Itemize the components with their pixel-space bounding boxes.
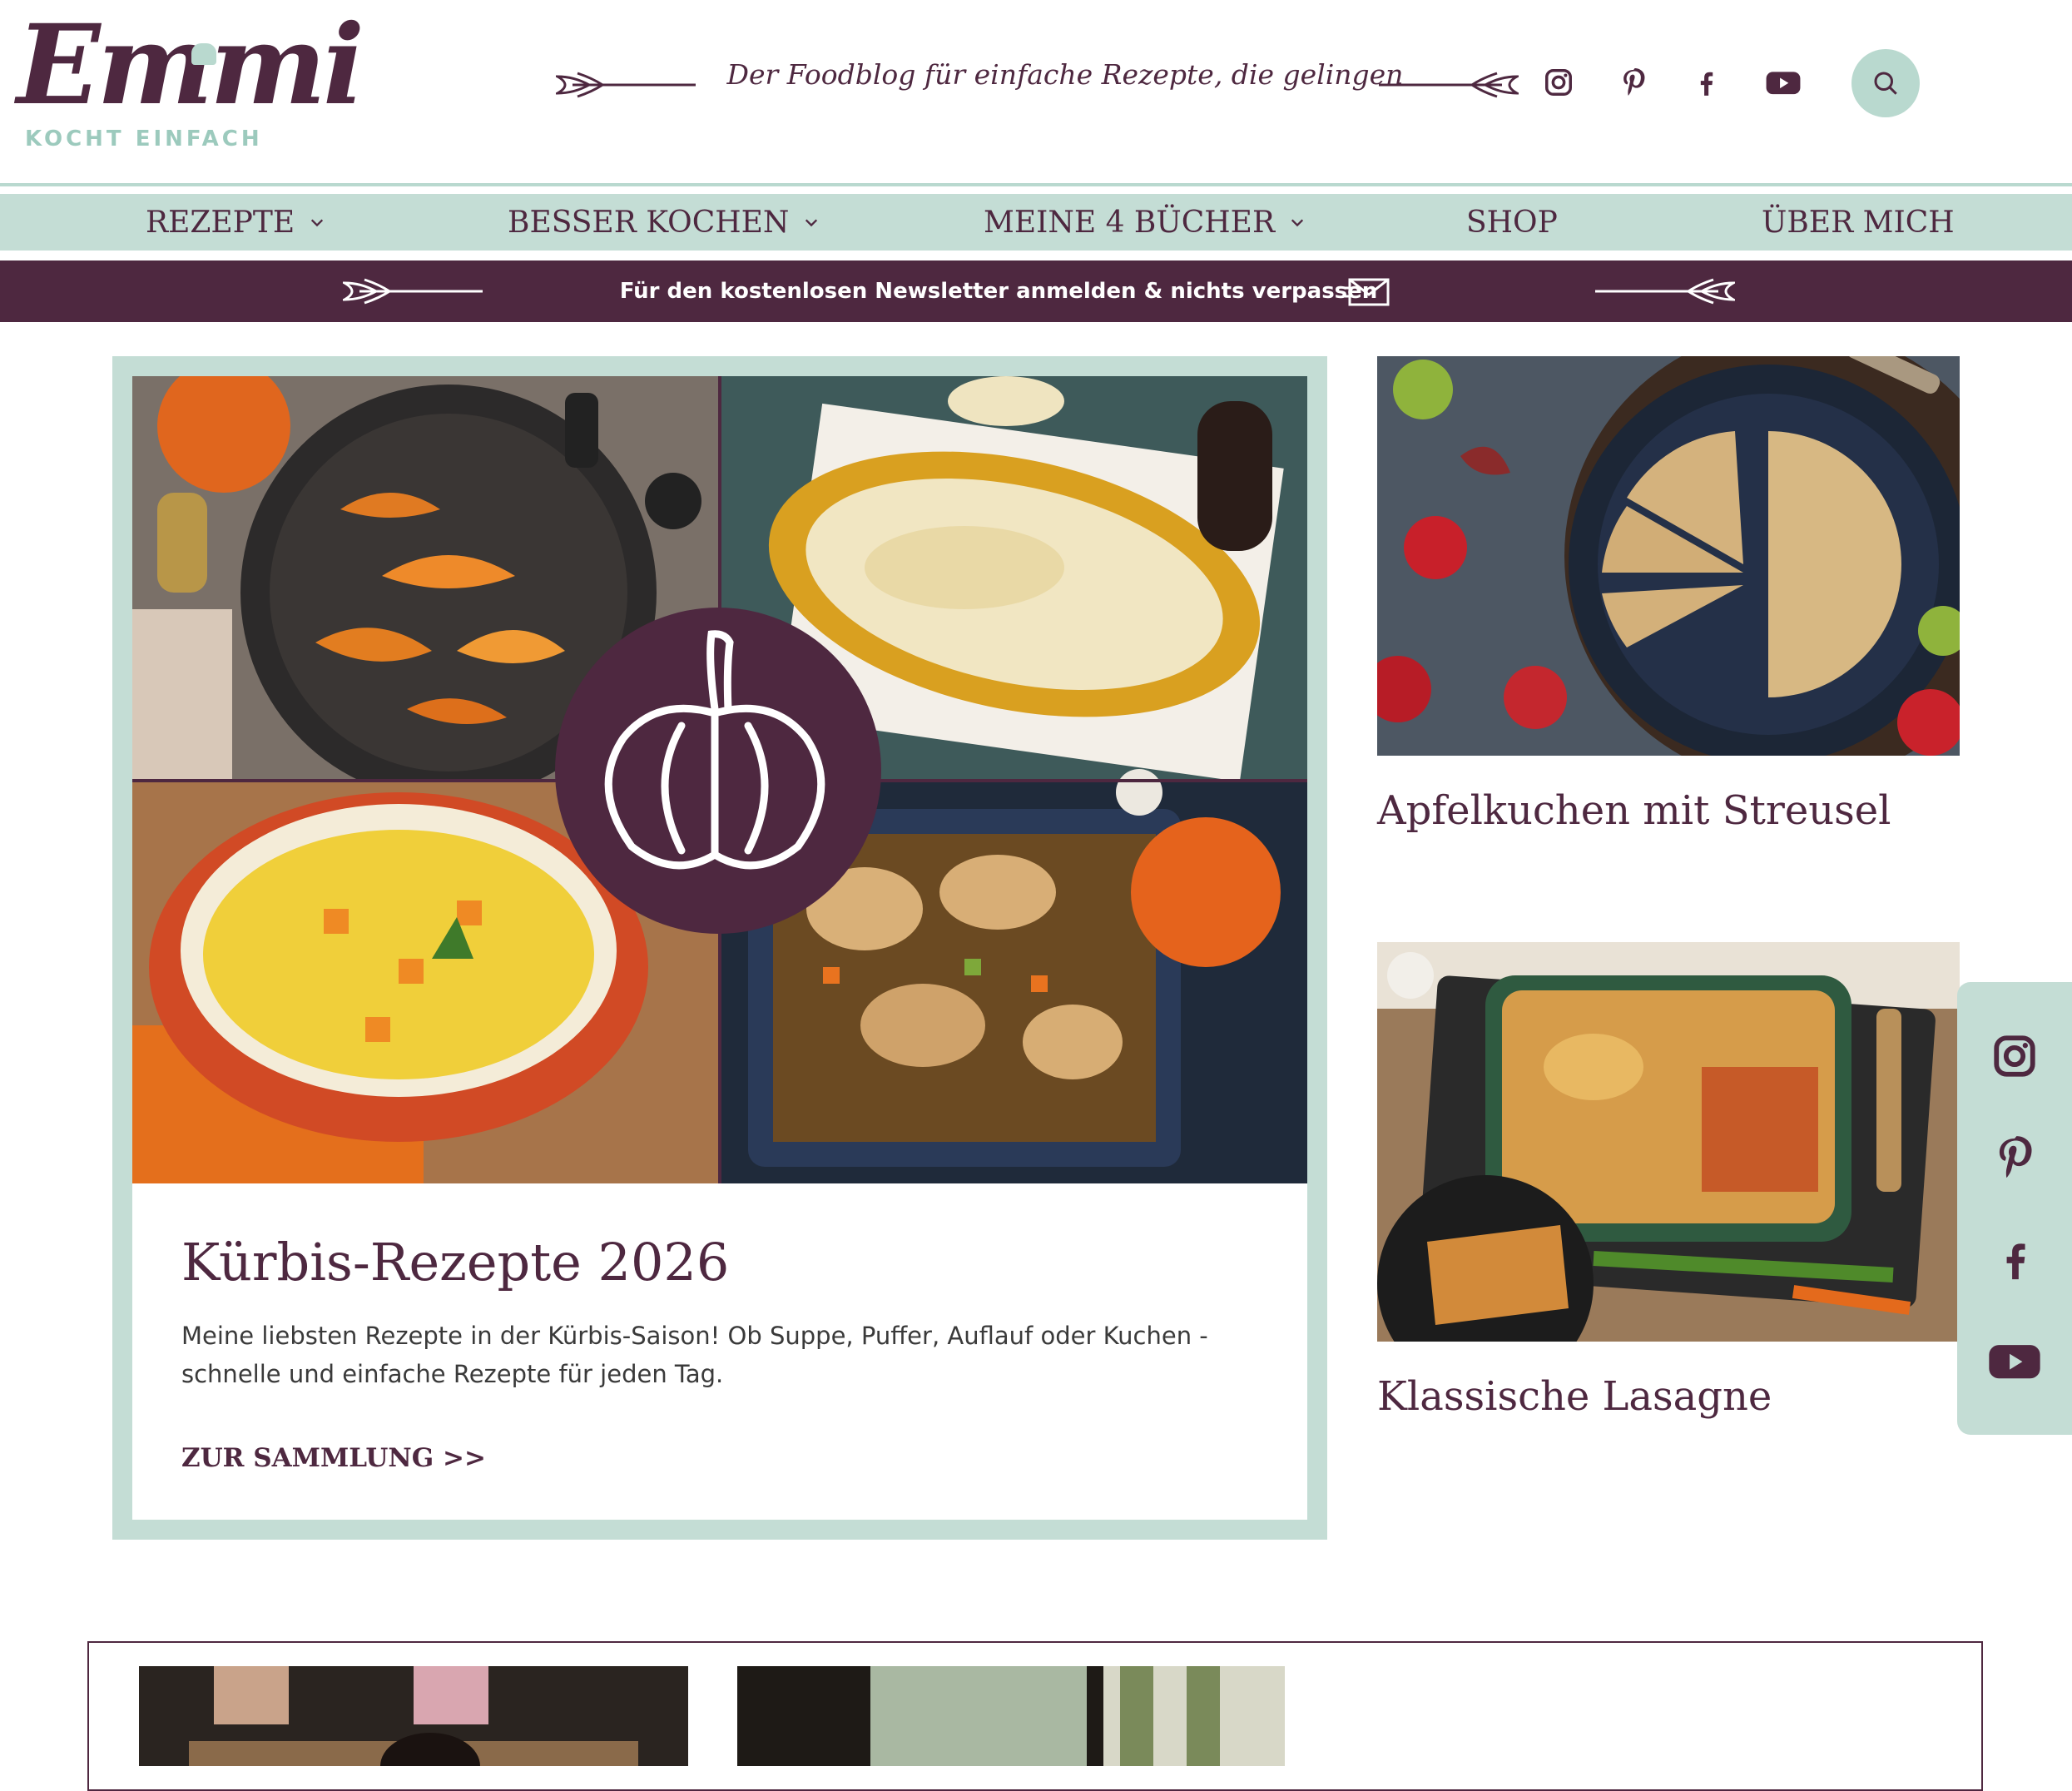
pinterest-icon[interactable] (1613, 62, 1654, 103)
chevron-down-icon (1291, 219, 1304, 227)
youtube-icon[interactable] (1982, 1328, 2047, 1393)
nav-item-label: MEINE 4 BÜCHER (984, 205, 1276, 240)
right-ornament (1595, 278, 1735, 305)
nav-item-shop[interactable]: SHOP (1466, 194, 1558, 251)
youtube-icon[interactable] (1762, 62, 1804, 103)
bottom-image[interactable] (139, 1666, 688, 1766)
nav-item-buecher[interactable]: MEINE 4 BÜCHER (984, 194, 1305, 251)
chef-hat-icon (191, 43, 216, 65)
nav-item-label: SHOP (1466, 205, 1558, 240)
left-ornament (343, 278, 483, 305)
featured-link[interactable]: ZUR SAMMLUNG >> (181, 1443, 486, 1473)
apfelkuchen-image[interactable] (1377, 356, 1960, 756)
nav-item-ueber-mich[interactable]: ÜBER MICH (1762, 194, 1955, 251)
nav-item-rezepte[interactable]: REZEPTE (146, 194, 325, 251)
chevron-down-icon (806, 219, 818, 227)
instagram-icon[interactable] (1982, 1024, 2047, 1089)
search-icon (1874, 72, 1897, 95)
bottom-image[interactable] (737, 1666, 1285, 1766)
right-ornament (1379, 72, 1519, 98)
featured-title[interactable]: Kürbis-Rezepte 2026 (181, 1232, 729, 1292)
nav-top-line (0, 183, 2072, 186)
newsletter-link[interactable]: Für den kostenlosen Newsletter anmelden … (582, 260, 1415, 322)
facebook-icon[interactable] (1982, 1227, 2047, 1292)
logo[interactable]: Emmi (17, 0, 364, 131)
lasagne-image[interactable] (1377, 942, 1960, 1342)
facebook-icon[interactable] (1685, 62, 1727, 103)
nav-divider (0, 251, 2072, 260)
envelope-icon[interactable] (1345, 276, 1391, 308)
pinterest-icon[interactable] (1982, 1125, 2047, 1190)
side-post-title[interactable]: Apfelkuchen mit Streusel (1377, 787, 1891, 834)
featured-description: Meine liebsten Rezepte in der Kürbis-Sai… (181, 1322, 1208, 1388)
search-button[interactable] (1851, 49, 1920, 117)
featured-collage-image[interactable] (132, 376, 1307, 1183)
nav-item-label: BESSER KOCHEN (508, 205, 790, 240)
logo-subtitle: KOCHT EINFACH (25, 127, 263, 151)
side-post-title[interactable]: Klassische Lasagne (1377, 1373, 1772, 1420)
instagram-icon[interactable] (1538, 62, 1579, 103)
nav-item-besser-kochen[interactable]: BESSER KOCHEN (508, 194, 819, 251)
nav-item-label: ÜBER MICH (1762, 205, 1955, 240)
tagline: Der Foodblog für einfache Rezepte, die g… (726, 58, 1404, 91)
chevron-down-icon (311, 219, 324, 227)
nav-item-label: REZEPTE (146, 205, 295, 240)
left-ornament (556, 72, 696, 98)
